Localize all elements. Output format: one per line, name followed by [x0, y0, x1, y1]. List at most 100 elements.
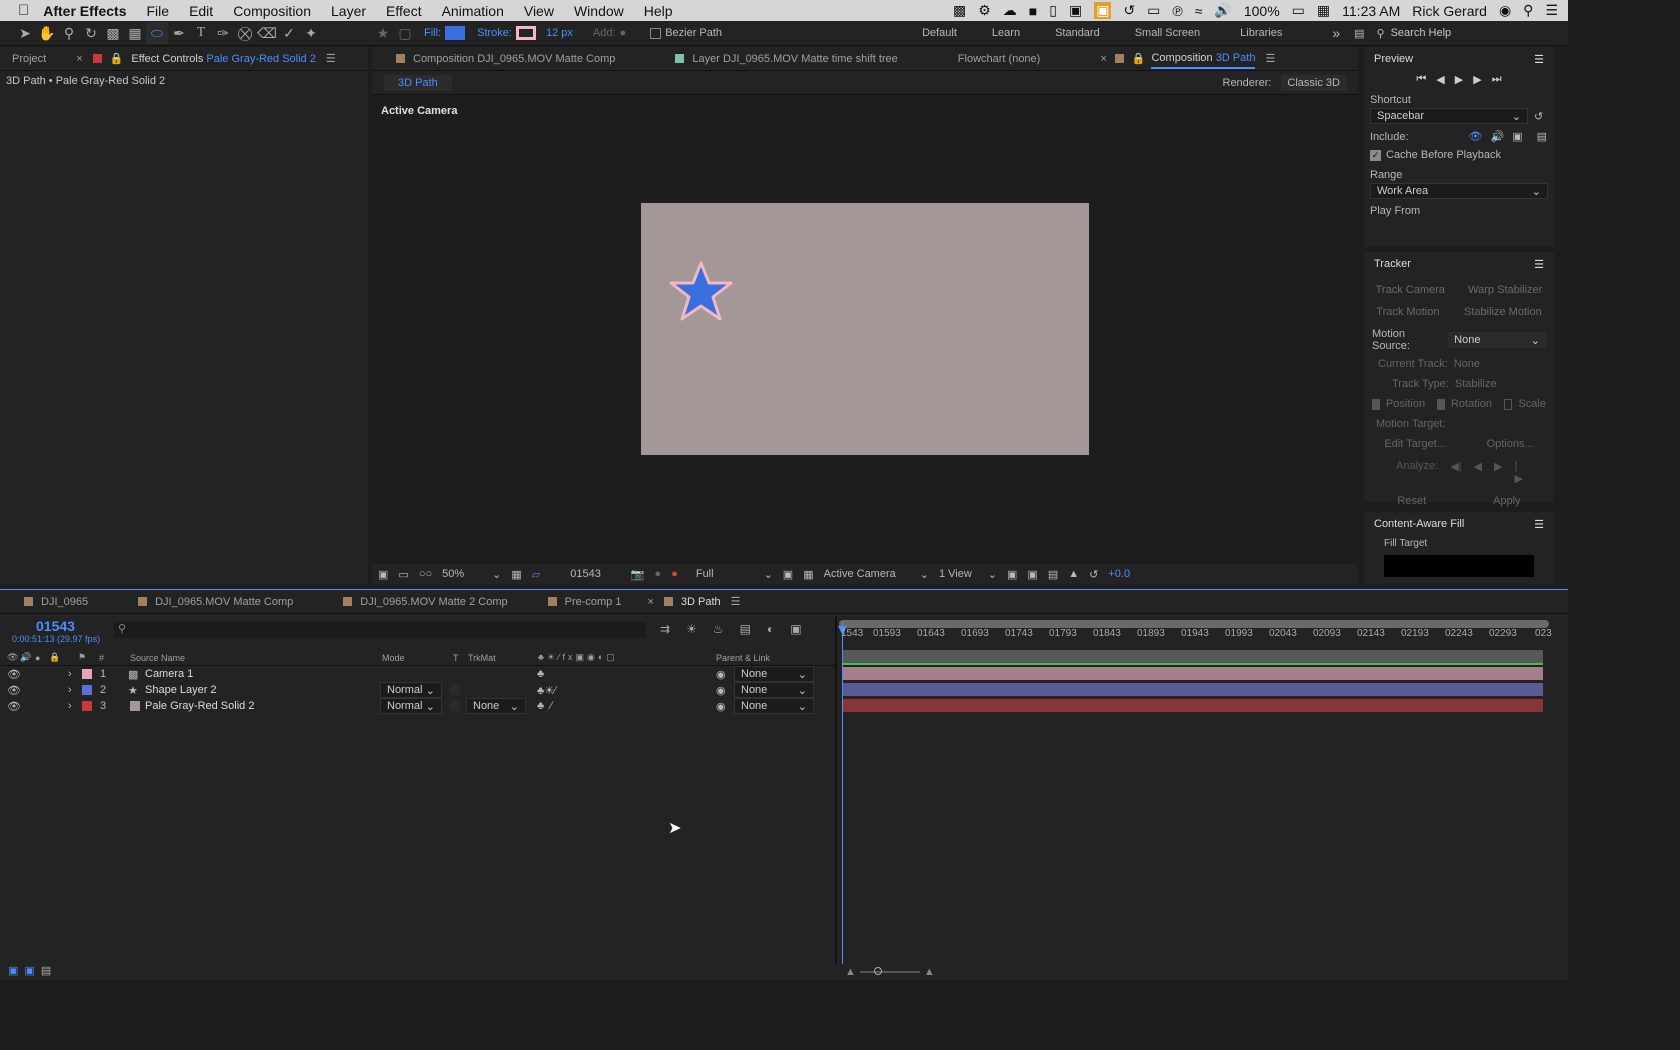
in-out-toggle-icon[interactable]: ▤ [41, 964, 51, 977]
user-name[interactable]: Rick Gerard [1412, 3, 1487, 19]
display-icon[interactable]: ▭ [398, 568, 408, 581]
channels-icon[interactable]: ● [671, 568, 678, 580]
reset-button[interactable]: Reset [1397, 495, 1426, 507]
airplay-icon[interactable]: ▭ [1147, 2, 1160, 19]
motion-source-dropdown[interactable]: None ⌄ [1448, 332, 1546, 348]
parent-pickwhip-icon[interactable]: ◉ [716, 684, 726, 697]
composition-canvas[interactable] [641, 203, 1089, 455]
layer-search-field[interactable]: ⚲ [114, 622, 646, 638]
menu-help[interactable]: Help [644, 3, 673, 19]
pen-tool-icon[interactable]: ✒ [168, 22, 190, 44]
source-name-header[interactable]: Source Name [130, 653, 185, 663]
layer-row[interactable]: 👁 › 2 ★ Shape Layer 2 Normal ⌄ ♣☀∕ ◉ None… [0, 682, 835, 698]
panel-menu-icon[interactable]: ☰ [1534, 53, 1544, 66]
tab-matte-comp-tl[interactable]: DJI_0965.MOV Matte Comp [128, 590, 303, 614]
lock-icon[interactable]: 🔒 [110, 52, 124, 65]
parent-dropdown[interactable]: None ⌄ [734, 666, 814, 682]
volume-icon[interactable]: 🔊 [1214, 2, 1231, 19]
wifi-icon[interactable]: ≈ [1195, 3, 1203, 19]
search-help-input[interactable]: Search Help [1391, 27, 1452, 39]
clock-text[interactable]: 11:23 AM [1342, 3, 1400, 19]
include-audio-icon[interactable]: 🔊 [1491, 130, 1505, 143]
brush-tool-icon[interactable]: ✑ [212, 22, 234, 44]
eraser-tool-icon[interactable]: ⌫ [256, 22, 278, 44]
position-checkbox[interactable] [1372, 398, 1380, 410]
creative-cloud-icon[interactable]: ☁ [1003, 2, 1017, 19]
trkmat-dropdown[interactable]: None ⌄ [466, 698, 526, 714]
analyze-back-one-icon[interactable]: ◀ [1474, 460, 1482, 485]
zoom-knob[interactable] [873, 967, 882, 975]
workspace-sync-icon[interactable]: ▤ [1354, 27, 1364, 40]
clone-stamp-tool-icon[interactable]: ⛒ [234, 22, 256, 44]
panel-menu-icon[interactable]: ☰ [1534, 258, 1544, 271]
next-frame-icon[interactable]: ▶ [1473, 73, 1481, 86]
expand-chevron-icon[interactable]: › [68, 668, 72, 680]
status-icon-6[interactable]: ▣ [1069, 2, 1082, 19]
composition-mini-flowchart-icon[interactable]: ⇉ [660, 622, 670, 636]
layer-bar-camera[interactable] [843, 667, 1543, 680]
draft-3d-icon[interactable]: ▣ [1027, 568, 1037, 581]
warp-stabilizer-button[interactable]: Warp Stabilizer [1468, 284, 1542, 296]
close-tab-icon[interactable]: × [1100, 53, 1106, 65]
puppet-pin-tool-icon[interactable]: ✦ [300, 22, 322, 44]
type-tool-icon[interactable]: T [190, 22, 212, 44]
layer-name[interactable]: Pale Gray-Red Solid 2 [145, 700, 254, 712]
transfer-controls-toggle-icon[interactable]: ▣ [24, 964, 34, 977]
tab-project[interactable]: Project [0, 47, 56, 71]
reset-exposure-icon[interactable]: ↺ [1089, 568, 1098, 581]
include-external-icon[interactable]: ▤ [1537, 130, 1547, 143]
play-icon[interactable]: ▶ [1455, 73, 1463, 86]
tab-3d-path[interactable]: Composition 3D Path [1151, 49, 1256, 69]
zoom-track[interactable] [859, 967, 920, 975]
comp-navigator-3d-path[interactable]: 3D Path [384, 74, 452, 91]
tab-dji-0965[interactable]: DJI_0965 [0, 590, 98, 614]
menu-composition[interactable]: Composition [233, 3, 311, 19]
apple-icon[interactable]:  [18, 2, 29, 19]
status-icon-7[interactable]: ▣ [1094, 2, 1112, 19]
fill-label[interactable]: Fill: [424, 27, 441, 39]
expand-chevron-icon[interactable]: › [68, 684, 72, 696]
pan-behind-tool-icon[interactable]: ▦ [124, 22, 146, 44]
region-of-interest-icon[interactable]: ▣ [783, 568, 793, 581]
status-icon-5[interactable]: ▯ [1049, 2, 1057, 19]
track-type-value[interactable]: Stabilize [1455, 378, 1497, 390]
video-toggle-icon[interactable]: 👁 [7, 700, 21, 713]
parent-dropdown[interactable]: None ⌄ [734, 682, 814, 698]
menu-animation[interactable]: Animation [442, 3, 504, 19]
video-toggle-icon[interactable]: 👁 [7, 668, 21, 681]
layer-row[interactable]: 👁 › 3 Pale Gray-Red Solid 2 Normal ⌄ None… [0, 698, 835, 714]
status-icon-2[interactable]: ⚙ [978, 2, 991, 19]
reset-icon[interactable]: ↺ [1534, 110, 1543, 123]
bezier-checkbox[interactable] [650, 27, 662, 39]
layer-row[interactable]: 👁 › 1 ▩ Camera 1 ♣ ◉ None ⌄ [0, 666, 835, 682]
expand-chevron-icon[interactable]: › [68, 700, 72, 712]
include-overlays-icon[interactable]: ▣ [1512, 130, 1522, 143]
time-machine-icon[interactable]: ↺ [1123, 2, 1135, 19]
first-frame-icon[interactable]: ⏮ [1416, 73, 1426, 86]
prev-frame-icon[interactable]: ◀ [1436, 73, 1444, 86]
panel-menu-icon[interactable]: ☰ [326, 52, 336, 65]
stroke-width-value[interactable]: 12 px [546, 27, 573, 39]
views-dropdown[interactable]: 1 View ⌄ [939, 568, 997, 581]
menu-edit[interactable]: Edit [189, 3, 213, 19]
close-icon[interactable]: × [76, 53, 82, 65]
parent-dropdown[interactable]: None ⌄ [734, 698, 814, 714]
analyze-back-icon[interactable]: ◀| [1450, 460, 1461, 485]
analyze-forward-icon[interactable]: |▶ [1514, 460, 1522, 485]
motion-blur-icon[interactable]: ◐ [767, 622, 774, 636]
frame-blending-icon[interactable]: ▤ [740, 622, 751, 636]
bluetooth-icon[interactable]: ℗ [1172, 3, 1182, 19]
roto-brush-tool-icon[interactable]: ✓ [278, 22, 300, 44]
siri-icon[interactable]: ◉ [1499, 2, 1511, 19]
rotate-tool-icon[interactable]: ↻ [80, 22, 102, 44]
active-lock-icon[interactable]: 🔒 [1132, 52, 1146, 65]
tab-effect-controls[interactable]: Effect Controls Pale Gray-Red Solid 2 [131, 53, 315, 65]
mask-visibility-icon[interactable]: ▱ [532, 568, 540, 581]
workspace-libraries[interactable]: Libraries [1240, 27, 1282, 39]
camera-status-icon[interactable]: ▩ [953, 2, 966, 19]
tab-matte-comp[interactable]: Composition DJI_0965.MOV Matte Comp [372, 47, 625, 71]
label-swatch[interactable] [82, 669, 92, 679]
shortcut-dropdown[interactable]: Spacebar ⌄ [1370, 108, 1528, 124]
show-snapshot-icon[interactable]: ● [655, 568, 662, 580]
viewer-menu-icon[interactable]: ☰ [1265, 52, 1275, 65]
